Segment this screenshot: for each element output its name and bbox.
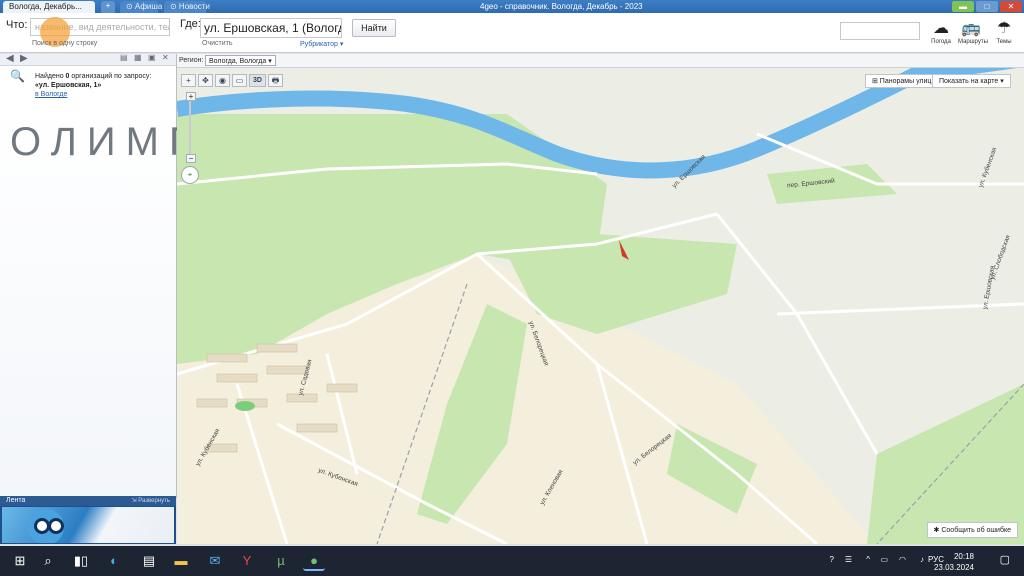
building (326, 383, 358, 393)
close-button[interactable]: ✕ (1000, 1, 1022, 12)
building (196, 398, 228, 408)
owl-mascot-icon (28, 509, 64, 543)
show-on-map-button[interactable]: Показать на карте ▾ (932, 74, 1011, 88)
weather-label: Погода (931, 39, 951, 45)
clock-date: 23.03.2024 (933, 563, 974, 572)
tab-label: Вологда, Декабрь... (9, 2, 82, 11)
lenta-banner[interactable] (2, 507, 174, 543)
magnifier-icon: 🔍 (10, 69, 25, 83)
windows-taskbar: ⊞ ⌕ ▮▯ ◐ ▤ ▬ ✉ Y µ ● ? ☰ ^ ▭ ◠ ♪ РУС 20:… (0, 546, 1024, 576)
store-icon[interactable]: ▤ (138, 551, 160, 571)
edge-browser-icon[interactable]: ◐ (103, 551, 125, 571)
minimize-button[interactable]: ▬ (952, 1, 974, 12)
clear-link[interactable]: Очистить (202, 40, 232, 47)
map-area[interactable]: пер. Ершовский ул. Ершовская ул. Белорец… (177, 54, 1024, 544)
help-icon[interactable]: ? (830, 555, 834, 564)
search-icon[interactable]: ⌕ (37, 551, 59, 571)
pond (235, 401, 255, 411)
file-explorer-icon[interactable]: ▬ (170, 551, 192, 571)
torrent-icon[interactable]: µ (270, 551, 292, 571)
back-arrow-icon[interactable]: ◀ (6, 53, 14, 64)
lenta-panel: Лента ⇲ Развернуть (0, 496, 176, 544)
print-map-button[interactable]: 🖶 (268, 74, 283, 87)
weather-icon: ☁ (933, 20, 949, 37)
compass-icon[interactable]: ⌖ (181, 166, 199, 184)
zoom-in-button[interactable]: + (181, 74, 196, 87)
zoom-minus-icon[interactable]: − (186, 154, 196, 163)
weather-button[interactable]: ☁ Погода (928, 19, 954, 45)
themes-label: Темы (996, 39, 1012, 45)
mail-icon[interactable]: ✉ (204, 551, 226, 571)
result-suffix: организаций по запросу: (69, 73, 152, 80)
yandex-browser-icon[interactable]: Y (236, 551, 258, 571)
settings-icon[interactable]: ▣ (148, 53, 156, 62)
volume-icon[interactable]: ♪ (920, 555, 924, 564)
battery-icon[interactable]: ▭ (880, 555, 888, 564)
search-toolbar: Что: название, вид деятельности, телефон… (0, 13, 1024, 53)
panorama-button[interactable]: ⊞ Панорамы улиц (865, 74, 939, 88)
tab-afisha[interactable]: ⊙ Афиша (120, 1, 162, 13)
find-button[interactable]: Найти (352, 19, 396, 37)
what-hint-link[interactable]: Поиск в одну строку (32, 40, 97, 47)
search-result-message: 🔍 Найдено 0 организаций по запросу: «ул.… (10, 69, 165, 99)
secondary-search-input[interactable] (840, 22, 920, 40)
lenta-title: Лента (6, 497, 26, 504)
what-label: Что: (6, 19, 28, 31)
routes-button[interactable]: 🚌 Маршруты (958, 19, 988, 45)
browser-titlebar: Вологда, Декабрь... + ⊙ Афиша ⊙ Новости … (0, 0, 1024, 13)
result-query: «ул. Ершовская, 1» (35, 82, 102, 89)
themes-icon: ☂ (996, 20, 1012, 37)
4geo-app-icon[interactable]: ● (303, 551, 325, 571)
report-error-button[interactable]: ✱ Сообщить об ошибке (926, 522, 1018, 538)
sidebar-nav: ◀ ▶ ▤ ▦ ▣ ✕ (0, 53, 176, 66)
region-select[interactable]: Вологда, Вологда ▾ (205, 55, 276, 66)
zoom-rail[interactable] (189, 100, 191, 162)
bus-icon: 🚌 (961, 20, 981, 37)
windows-start-icon[interactable]: ⊞ (9, 551, 31, 571)
building (206, 353, 248, 363)
lenta-header: Лента ⇲ Развернуть (0, 496, 176, 506)
zoom-slider[interactable]: + − (186, 92, 196, 172)
building (256, 343, 298, 353)
notifications-icon[interactable]: ▢ (1000, 553, 1010, 566)
pan-tool-button[interactable]: ✥ (198, 74, 213, 87)
rubricator-link[interactable]: Рубрикатор ▾ (300, 40, 343, 48)
building (266, 365, 308, 375)
result-location-link[interactable]: в Вологде (35, 90, 165, 99)
where-label: Где: (180, 18, 201, 30)
clock[interactable]: 20:18 23.03.2024 (934, 551, 974, 573)
routes-label: Маршруты (958, 39, 988, 45)
close-panel-icon[interactable]: ✕ (162, 53, 169, 62)
building (296, 423, 338, 433)
result-count-line: Найдено 0 организаций по запросу: (35, 72, 165, 81)
report-error-label: Сообщить об ошибке (941, 527, 1011, 534)
chevron-up-icon[interactable]: ^ (866, 555, 870, 564)
new-tab-button[interactable]: + (101, 1, 115, 13)
locate-button[interactable]: ◉ (215, 74, 230, 87)
region-label: Регион: (179, 57, 204, 64)
clock-time: 20:18 (953, 552, 974, 561)
maximize-button[interactable]: □ (976, 1, 998, 12)
lenta-expand-link[interactable]: ⇲ Развернуть (132, 497, 171, 504)
3d-toggle-button[interactable]: 3D (249, 74, 266, 87)
list-icon[interactable]: ▦ (134, 53, 142, 62)
themes-button[interactable]: ☂ Темы (991, 19, 1017, 45)
network-icon[interactable]: ☰ (845, 555, 852, 564)
building (216, 373, 258, 383)
tab-news[interactable]: ⊙ Новости (164, 1, 210, 13)
result-prefix: Найдено (35, 73, 66, 80)
park-area (867, 384, 1024, 544)
print-icon[interactable]: ▤ (120, 53, 128, 62)
task-view-icon[interactable]: ▮▯ (70, 551, 92, 571)
map-toolbar: + ✥ ◉ ▭ 3D 🖶 (181, 74, 283, 87)
zoom-plus-icon[interactable]: + (186, 92, 196, 101)
forward-arrow-icon[interactable]: ▶ (20, 53, 28, 64)
map-canvas[interactable] (177, 54, 1024, 544)
region-bar: Регион: Вологда, Вологда ▾ (177, 54, 1024, 68)
wifi-icon[interactable]: ◠ (899, 555, 906, 564)
tab-vologda[interactable]: Вологда, Декабрь... (3, 1, 95, 13)
where-search-input[interactable]: ул. Ершовская, 1 (Вологда) (200, 18, 342, 38)
ruler-button[interactable]: ▭ (232, 74, 247, 87)
window-title: 4geo - справочник. Вологда, Декабрь - 20… (480, 2, 643, 11)
